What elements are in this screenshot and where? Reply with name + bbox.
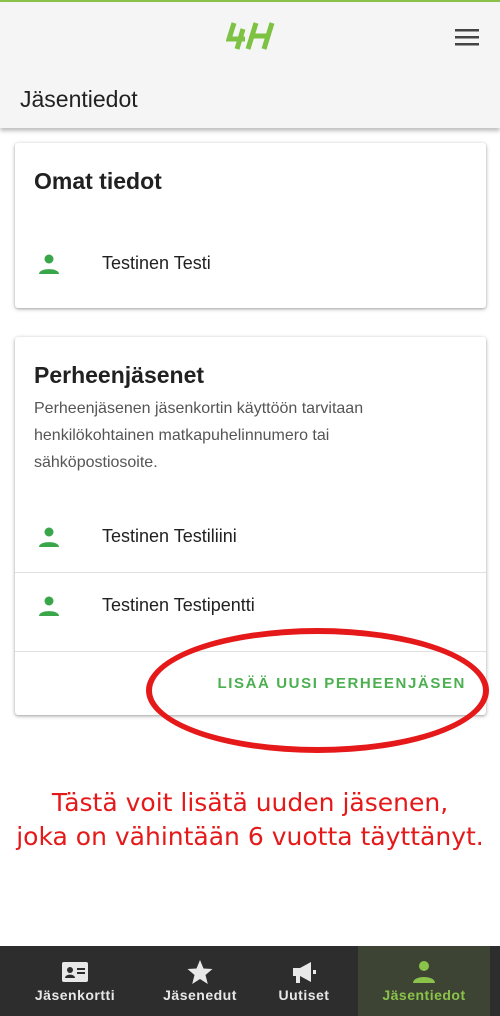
logo-4h[interactable] bbox=[226, 20, 276, 52]
person-icon bbox=[39, 596, 59, 616]
family-member-name: Testinen Testiliini bbox=[102, 526, 237, 546]
family-members-card: Perheenjäsenet Perheenjäsenen jäsenkorti… bbox=[15, 337, 486, 715]
own-info-title: Omat tiedot bbox=[34, 168, 162, 194]
bottom-navigation: Jäsenkortti Jäsenedut Uutiset Jäsentiedo… bbox=[0, 946, 500, 1016]
own-person-name: Testinen Testi bbox=[102, 253, 211, 273]
add-family-member-button[interactable]: LISÄÄ UUSI PERHEENJÄSEN bbox=[217, 675, 466, 692]
page-title: Jäsentiedot bbox=[20, 86, 138, 112]
family-member-row[interactable]: Testinen Testiliini bbox=[15, 502, 486, 572]
person-icon bbox=[413, 961, 435, 983]
nav-label: Jäsenedut bbox=[163, 987, 237, 1003]
nav-label: Jäsenkortti bbox=[34, 987, 116, 1003]
nav-tab-news[interactable]: Uutiset bbox=[250, 946, 358, 1016]
family-title: Perheenjäsenet bbox=[34, 362, 205, 388]
id-card-icon bbox=[62, 962, 88, 982]
megaphone-icon bbox=[293, 962, 316, 983]
star-icon bbox=[187, 960, 213, 984]
own-person-row[interactable]: Testinen Testi bbox=[15, 229, 486, 299]
divider bbox=[15, 651, 486, 652]
nav-label: Uutiset bbox=[278, 987, 330, 1003]
family-description: Perheenjäsenen jäsenkortin käyttöön tarv… bbox=[34, 400, 364, 471]
person-icon bbox=[39, 527, 59, 547]
hamburger-menu-icon[interactable] bbox=[455, 27, 479, 47]
annotation-line-1: Tästä voit lisätä uuden jäsenen, bbox=[51, 788, 449, 817]
nav-tab-membership-card[interactable]: Jäsenkortti bbox=[0, 946, 150, 1016]
family-member-row[interactable]: Testinen Testipentti bbox=[15, 571, 486, 641]
own-info-card: Omat tiedot Testinen Testi bbox=[15, 143, 486, 308]
nav-label: Jäsentiedot bbox=[382, 987, 466, 1003]
person-icon bbox=[39, 254, 59, 274]
nav-tab-member-info[interactable]: Jäsentiedot bbox=[358, 946, 490, 1016]
annotation-line-2: joka on vähintään 6 vuotta täyttänyt. bbox=[16, 822, 484, 851]
nav-tab-benefits[interactable]: Jäsenedut bbox=[150, 946, 250, 1016]
family-member-name: Testinen Testipentti bbox=[102, 595, 255, 615]
annotation-text: Tästä voit lisätä uuden jäsenen, joka on… bbox=[0, 786, 500, 854]
app-bar: Jäsentiedot bbox=[0, 2, 500, 128]
